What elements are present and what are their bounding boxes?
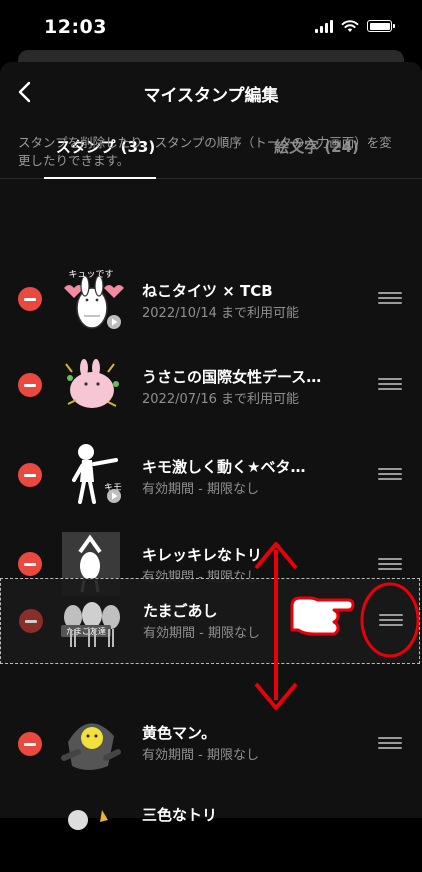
stamp-thumbnail (65, 359, 119, 408)
reorder-handle-icon[interactable] (378, 468, 402, 482)
status-bar: 12:03 (0, 0, 422, 54)
delete-button[interactable] (18, 732, 42, 756)
stamp-subtitle: 有効期間 - 期限なし (142, 748, 259, 763)
reorder-handle-icon[interactable] (378, 378, 402, 392)
stamp-row: うさこの国際女性デース… 2022/07/16 まで利用可能 (0, 328, 422, 414)
status-time: 12:03 (44, 16, 107, 38)
stamp-title: キモ激しく動く★ベタ… (142, 458, 306, 476)
stamp-title: 三色なトリ (142, 806, 218, 824)
stamp-subtitle: 2022/07/16 まで利用可能 (142, 392, 300, 407)
stamp-title: 黄色マン。 (142, 724, 217, 742)
stamp-subtitle: 有効期間 - 期限なし (143, 626, 260, 641)
thumb-caption: たまご友達 (66, 626, 106, 636)
stamp-thumbnail (68, 810, 108, 830)
reorder-handle-icon[interactable] (378, 737, 402, 751)
description-text: スタンプを削除したり、スタンプの順序（トークの入力画面）を変更したりできます。 (18, 135, 392, 168)
stamp-thumbnail: キモ (72, 444, 122, 504)
reorder-handle-icon[interactable] (378, 558, 402, 572)
status-icons (315, 19, 395, 33)
stamp-thumbnail: たまご友達 (61, 602, 120, 647)
stamp-title: うさこの国際女性デース… (142, 368, 322, 386)
thumb-caption: キュッです (68, 269, 113, 280)
dragging-stamp-row[interactable]: たまご友達 たまごあし 有効期間 - 期限なし (0, 578, 420, 664)
delete-button[interactable] (19, 609, 43, 633)
cellular-signal-icon (315, 19, 333, 33)
stamp-subtitle: 2022/10/14 まで利用可能 (142, 306, 300, 321)
stamp-row: キュッです ねこタイツ × TCB 2022/10/14 まで利用可能 (0, 242, 422, 329)
active-tab-indicator (44, 177, 156, 179)
wifi-icon (341, 20, 359, 32)
stamp-thumbnail: キュッです (64, 269, 124, 329)
stamp-title: キレッキレなトリ (142, 546, 263, 564)
stamp-row: 黄色マン。 有効期間 - 期限なし (0, 700, 422, 786)
delete-button[interactable] (18, 552, 42, 576)
delete-button[interactable] (18, 463, 42, 487)
stamp-row: 三色なトリ (0, 786, 422, 872)
stamp-title: たまごあし (143, 602, 218, 620)
stamp-subtitle: 有効期間 - 期限なし (142, 482, 259, 497)
reorder-handle-icon[interactable] (379, 614, 403, 628)
page-title: マイスタンプ編集 (143, 86, 279, 106)
battery-icon (367, 20, 395, 32)
delete-button[interactable] (18, 287, 42, 311)
stamp-row: キモ キモ激しく動く★ベタ… 有効期間 - 期限なし (0, 414, 422, 504)
stamp-thumbnail (61, 723, 121, 770)
stamp-row: キレッキレなトリ 有効期間 - 期限なし (0, 500, 422, 596)
stamp-title: ねこタイツ × TCB (142, 282, 273, 300)
nav-bar: マイスタンプ編集 (0, 62, 422, 122)
delete-button[interactable] (18, 373, 42, 397)
reorder-handle-icon[interactable] (378, 292, 402, 306)
